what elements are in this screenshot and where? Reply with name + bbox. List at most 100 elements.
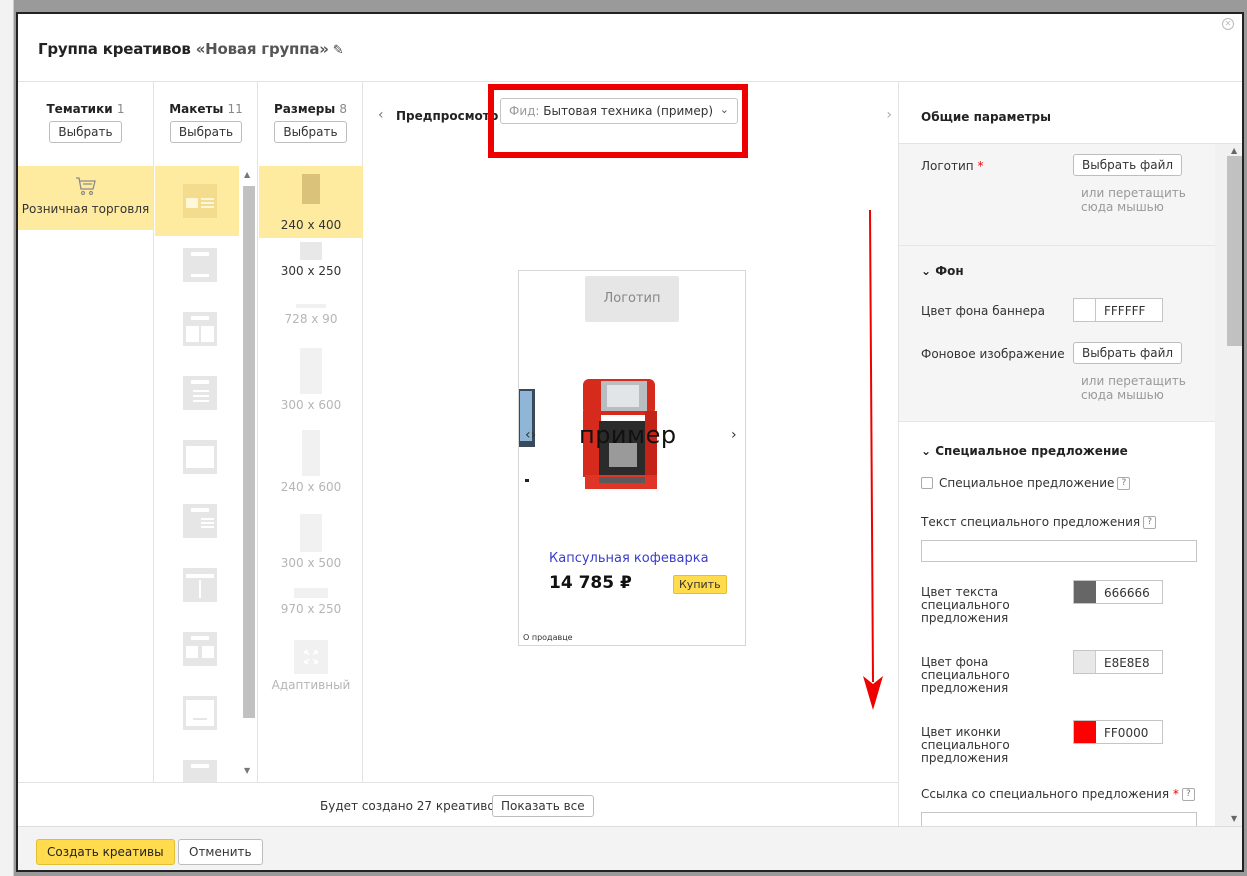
fill-color-swatch[interactable] bbox=[1074, 651, 1096, 673]
creative-group-dialog: Группа креативов «Новая группа» ✎ ✕ Темат… bbox=[16, 12, 1244, 872]
layout-thumbnail bbox=[183, 184, 217, 218]
params-scrollbar[interactable]: ▲ ▼ bbox=[1215, 144, 1242, 826]
text-color-swatch[interactable] bbox=[1074, 581, 1096, 603]
fill-color-field[interactable]: E8E8E8 bbox=[1073, 650, 1163, 674]
help-icon[interactable]: ? bbox=[1181, 788, 1195, 801]
expand-icon bbox=[294, 640, 328, 674]
banner-buy-button[interactable]: Купить bbox=[673, 575, 727, 594]
text-color-value: 666666 bbox=[1104, 586, 1150, 600]
layouts-scrollbar[interactable]: ▲ ▼ bbox=[241, 166, 255, 782]
layout-thumbnail bbox=[183, 504, 217, 538]
layout-item[interactable] bbox=[155, 614, 239, 684]
required-mark: * bbox=[977, 159, 984, 173]
text-color-field[interactable]: 666666 bbox=[1073, 580, 1163, 604]
size-label: 300 x 250 bbox=[280, 264, 342, 278]
create-creatives-button[interactable]: Создать креативы bbox=[36, 839, 175, 865]
size-item-240x400[interactable]: 240 x 400 bbox=[259, 166, 363, 238]
creatives-count-text: Будет создано 27 креативов bbox=[320, 799, 502, 813]
layout-thumbnail bbox=[183, 312, 217, 346]
size-item-240x600[interactable]: 240 x 600 bbox=[259, 430, 363, 494]
chevron-left-icon[interactable]: ‹ bbox=[378, 107, 384, 123]
general-params-panel: Общие параметры Логотип * Выбрать файл и… bbox=[898, 82, 1242, 826]
preview-area: ‹ Предпросмотр Фид: Бытовая техника (при… bbox=[364, 82, 898, 782]
size-item-300x250[interactable]: 300 x 250 bbox=[259, 242, 363, 278]
layout-item[interactable] bbox=[155, 166, 239, 236]
icon-color-value: FF0000 bbox=[1104, 726, 1149, 740]
bg-color-swatch[interactable] bbox=[1074, 299, 1096, 321]
layout-thumbnail bbox=[183, 376, 217, 410]
icon-color-field[interactable]: FF0000 bbox=[1073, 720, 1163, 744]
layout-item[interactable] bbox=[155, 358, 239, 428]
text-color-label: Цвет текста специального предложения bbox=[921, 585, 1010, 625]
special-offer-checkbox[interactable] bbox=[921, 477, 933, 489]
banner-price: 14 785 ₽ bbox=[549, 573, 632, 593]
logo-drag-hint-2: сюда мышью bbox=[1081, 200, 1164, 214]
required-mark: * bbox=[1172, 787, 1179, 801]
general-params-body: Логотип * Выбрать файл или перетащить сю… bbox=[899, 144, 1215, 826]
cancel-button[interactable]: Отменить bbox=[178, 839, 263, 865]
theme-item-label: Розничная торговля bbox=[21, 202, 150, 216]
size-item-728x90[interactable]: 728 x 90 bbox=[259, 304, 363, 326]
themes-column: Тематики 1 Выбрать Розничная торговля bbox=[18, 82, 154, 782]
bg-choose-file-button[interactable]: Выбрать файл bbox=[1073, 342, 1183, 364]
scroll-down-icon[interactable]: ▼ bbox=[1231, 814, 1237, 823]
offer-text-input[interactable] bbox=[921, 540, 1197, 562]
banner-logo: Логотип bbox=[585, 276, 679, 322]
size-item-300x500[interactable]: 300 x 500 bbox=[259, 514, 363, 570]
help-icon[interactable]: ? bbox=[1117, 477, 1131, 490]
size-item-300x600[interactable]: 300 x 600 bbox=[259, 348, 363, 412]
banner-seller-link[interactable]: О продавце bbox=[523, 633, 573, 642]
group-name[interactable]: «Новая группа» bbox=[196, 40, 329, 58]
general-params-title: Общие параметры bbox=[921, 110, 1051, 124]
size-label: Адаптивный bbox=[271, 678, 351, 692]
layouts-scroll-thumb[interactable] bbox=[243, 186, 255, 718]
layouts-choose-button[interactable]: Выбрать bbox=[169, 121, 243, 143]
offer-link-input[interactable] bbox=[921, 812, 1197, 826]
scroll-up-icon[interactable]: ▲ bbox=[1231, 146, 1237, 155]
sizes-choose-button[interactable]: Выбрать bbox=[274, 121, 347, 143]
size-label: 300 x 600 bbox=[280, 398, 342, 412]
icon-color-swatch[interactable] bbox=[1074, 721, 1096, 743]
size-label: 240 x 600 bbox=[280, 480, 342, 494]
size-item-970x250[interactable]: 970 x 250 bbox=[259, 588, 363, 616]
general-params-header: Общие параметры bbox=[899, 82, 1242, 144]
icon-color-label: Цвет иконки специального предложения bbox=[921, 725, 1010, 765]
scroll-down-icon[interactable]: ▼ bbox=[244, 766, 250, 775]
layout-thumbnail bbox=[183, 696, 217, 730]
sizes-count: 8 bbox=[339, 102, 348, 116]
help-icon[interactable]: ? bbox=[1143, 516, 1157, 529]
layout-item[interactable] bbox=[155, 742, 239, 782]
size-label: 728 x 90 bbox=[284, 312, 338, 326]
layout-thumbnail bbox=[183, 248, 217, 282]
size-item-adaptive[interactable]: Адаптивный bbox=[259, 640, 363, 692]
special-offer-title: Специальное предложение bbox=[935, 444, 1128, 458]
layout-item[interactable] bbox=[155, 678, 239, 748]
layout-thumbnail bbox=[183, 440, 217, 474]
layout-thumbnail bbox=[183, 568, 217, 602]
close-icon[interactable]: ✕ bbox=[1222, 18, 1234, 30]
layout-item[interactable] bbox=[155, 230, 239, 300]
size-label: 970 x 250 bbox=[280, 602, 342, 616]
layout-item[interactable] bbox=[155, 550, 239, 620]
bg-color-field[interactable]: FFFFFF bbox=[1073, 298, 1163, 322]
show-all-button[interactable]: Показать все bbox=[492, 795, 594, 817]
carousel-next-icon[interactable]: › bbox=[731, 427, 737, 443]
layouts-count: 11 bbox=[227, 102, 243, 116]
layout-item[interactable] bbox=[155, 294, 239, 364]
params-scroll-thumb[interactable] bbox=[1227, 156, 1242, 346]
layout-item[interactable] bbox=[155, 422, 239, 492]
bg-drag-hint-1: или перетащить bbox=[1081, 374, 1186, 388]
layout-thumbnail bbox=[183, 760, 217, 782]
scroll-up-icon[interactable]: ▲ bbox=[244, 170, 250, 179]
carousel-prev-icon[interactable]: ‹› bbox=[525, 427, 536, 443]
logo-label: Логотип bbox=[921, 159, 974, 173]
chevron-right-icon[interactable]: › bbox=[886, 107, 892, 123]
layout-item[interactable] bbox=[155, 486, 239, 556]
themes-choose-button[interactable]: Выбрать bbox=[49, 121, 122, 143]
layout-list: ▲ ▼ bbox=[155, 166, 258, 782]
dialog-title-prefix: Группа креативов bbox=[38, 40, 196, 58]
banner-product-title[interactable]: Капсульная кофеварка bbox=[549, 551, 709, 566]
theme-item-retail[interactable]: Розничная торговля bbox=[18, 166, 153, 230]
pencil-icon[interactable]: ✎ bbox=[333, 43, 344, 58]
logo-choose-file-button[interactable]: Выбрать файл bbox=[1073, 154, 1183, 176]
